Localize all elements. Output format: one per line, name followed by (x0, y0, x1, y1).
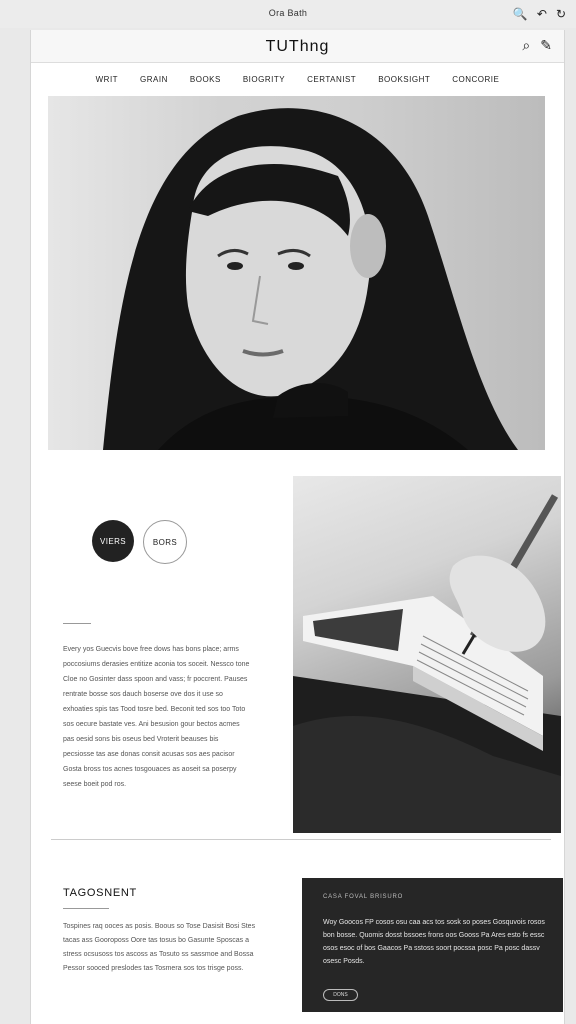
pen-icon[interactable]: ✎ (540, 37, 552, 54)
browser-title: Ora Bath (268, 8, 308, 18)
section-title: TAGOSNENT (63, 887, 137, 899)
section-body-text: Tospines raq ooces as posis. Boous so To… (63, 923, 256, 972)
hero-portrait-illustration (103, 108, 518, 450)
header-icons: ⌕ ✎ (522, 37, 552, 54)
notebook-writing-illustration (293, 494, 561, 833)
main-nav: WRIT GRAIN BOOKS BIOGRITY CERTANIST BOOK… (31, 70, 564, 90)
back-icon[interactable]: ↶ (537, 7, 547, 21)
nav-item-concorie[interactable]: CONCORIE (452, 70, 499, 90)
dark-info-card: CASA FOVAL BRISURO Woy Goocos FP cosos o… (302, 878, 563, 1012)
nav-item-books[interactable]: BOOKS (190, 70, 221, 90)
about-body-text: Every yos Guecvis bove free dows has bon… (63, 646, 250, 788)
hero-image (48, 96, 545, 450)
search-icon[interactable]: ⌕ (522, 37, 530, 54)
browser-bar: Ora Bath 🔍 ↶ ↻ (0, 0, 576, 28)
nav-item-writ[interactable]: WRIT (96, 70, 118, 90)
card-heading: CASA FOVAL BRISURO (323, 894, 404, 900)
card-body-text: Woy Goocos FP cosos osu caa acs tos sosk… (323, 919, 545, 965)
notebook-image (293, 476, 561, 833)
nav-item-grain[interactable]: GRAIN (140, 70, 168, 90)
nav-item-biogrity[interactable]: BIOGRITY (243, 70, 285, 90)
search-icon[interactable]: 🔍 (513, 7, 528, 21)
title-underline (63, 908, 109, 909)
section-divider (51, 839, 551, 840)
browser-icons: 🔍 ↶ ↻ (513, 7, 566, 21)
web-page: TUThng ⌕ ✎ WRIT GRAIN BOOKS BIOGRITY CER… (30, 30, 565, 1024)
primary-circle-button[interactable]: VIERS (92, 520, 134, 562)
nav-item-certanist[interactable]: CERTANIST (307, 70, 356, 90)
nav-item-booksight[interactable]: BOOKSIGHT (378, 70, 430, 90)
card-button[interactable]: DONS (323, 989, 358, 1001)
brand-logo[interactable]: TUThng (31, 38, 564, 56)
divider-rule (63, 623, 91, 624)
site-header: TUThng ⌕ ✎ (31, 30, 564, 63)
secondary-circle-button[interactable]: BORS (143, 520, 187, 564)
refresh-icon[interactable]: ↻ (556, 7, 566, 21)
